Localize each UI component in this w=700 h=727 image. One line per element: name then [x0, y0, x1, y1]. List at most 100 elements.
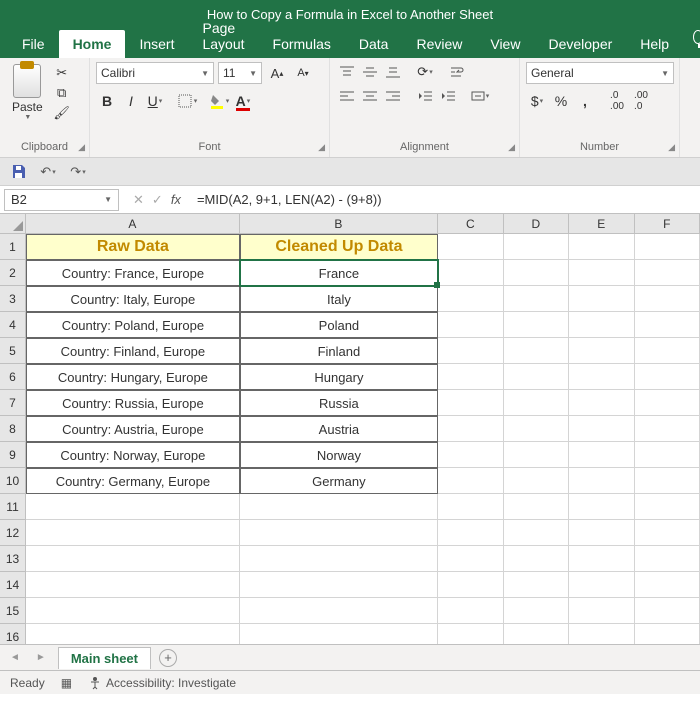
row-header-16[interactable]: 16 [0, 624, 26, 644]
number-format-combo[interactable]: General▼ [526, 62, 674, 84]
select-all-corner[interactable] [0, 214, 26, 233]
align-bottom-button[interactable] [382, 62, 404, 82]
copy-button[interactable]: ⧉ [53, 84, 71, 102]
underline-button[interactable]: U▾ [144, 90, 166, 112]
cell-C15[interactable] [438, 598, 503, 624]
cell-E10[interactable] [569, 468, 634, 494]
cell-C12[interactable] [438, 520, 503, 546]
cell-D13[interactable] [504, 546, 569, 572]
cell-E1[interactable] [569, 234, 634, 260]
cell-C11[interactable] [438, 494, 503, 520]
tab-insert[interactable]: Insert [125, 30, 188, 58]
increase-decimal-button[interactable]: .0.00 [606, 90, 628, 112]
cell-A5[interactable]: Country: Finland, Europe [26, 338, 240, 364]
cell-A6[interactable]: Country: Hungary, Europe [26, 364, 240, 390]
cell-E16[interactable] [569, 624, 634, 644]
align-middle-button[interactable] [359, 62, 381, 82]
cell-B8[interactable]: Austria [240, 416, 438, 442]
cell-B5[interactable]: Finland [240, 338, 438, 364]
cell-F12[interactable] [635, 520, 700, 546]
cell-E6[interactable] [569, 364, 634, 390]
cell-B10[interactable]: Germany [240, 468, 438, 494]
cell-A3[interactable]: Country: Italy, Europe [26, 286, 240, 312]
cell-D5[interactable] [504, 338, 569, 364]
align-right-button[interactable] [382, 86, 404, 106]
tab-developer[interactable]: Developer [534, 30, 626, 58]
cell-F11[interactable] [635, 494, 700, 520]
cell-E3[interactable] [569, 286, 634, 312]
cell-B11[interactable] [240, 494, 438, 520]
cell-B9[interactable]: Norway [240, 442, 438, 468]
cell-C14[interactable] [438, 572, 503, 598]
cell-F4[interactable] [635, 312, 700, 338]
font-name-combo[interactable]: Calibri▼ [96, 62, 214, 84]
row-header-15[interactable]: 15 [0, 598, 26, 624]
row-header-3[interactable]: 3 [0, 286, 26, 312]
paste-button[interactable]: Paste ▼ [6, 62, 49, 123]
cell-A13[interactable] [26, 546, 240, 572]
cell-B12[interactable] [240, 520, 438, 546]
tab-file[interactable]: File [8, 30, 59, 58]
row-header-14[interactable]: 14 [0, 572, 26, 598]
cell-D16[interactable] [504, 624, 569, 644]
add-sheet-button[interactable]: + [159, 649, 177, 667]
row-header-5[interactable]: 5 [0, 338, 26, 364]
cell-F13[interactable] [635, 546, 700, 572]
sheet-tab-main[interactable]: Main sheet [58, 647, 151, 669]
dialog-launcher-icon[interactable]: ◢ [318, 142, 325, 153]
cell-C4[interactable] [438, 312, 503, 338]
row-header-13[interactable]: 13 [0, 546, 26, 572]
tell-me[interactable]: Tell m [683, 16, 700, 58]
cell-E8[interactable] [569, 416, 634, 442]
font-color-button[interactable]: A▾ [232, 90, 254, 112]
cell-F5[interactable] [635, 338, 700, 364]
cell-B16[interactable] [240, 624, 438, 644]
row-header-7[interactable]: 7 [0, 390, 26, 416]
row-header-6[interactable]: 6 [0, 364, 26, 390]
cell-B1[interactable]: Cleaned Up Data [240, 234, 438, 260]
cell-D10[interactable] [504, 468, 569, 494]
cell-B4[interactable]: Poland [240, 312, 438, 338]
cell-E9[interactable] [569, 442, 634, 468]
cell-F6[interactable] [635, 364, 700, 390]
cell-B3[interactable]: Italy [240, 286, 438, 312]
cell-A16[interactable] [26, 624, 240, 644]
dialog-launcher-icon[interactable]: ◢ [78, 142, 85, 153]
cell-A2[interactable]: Country: France, Europe [26, 260, 240, 286]
tab-review[interactable]: Review [402, 30, 476, 58]
cell-A1[interactable]: Raw Data [26, 234, 240, 260]
enter-formula-button[interactable]: ✓ [152, 192, 163, 208]
dialog-launcher-icon[interactable]: ◢ [668, 142, 675, 153]
cell-C6[interactable] [438, 364, 503, 390]
cell-D8[interactable] [504, 416, 569, 442]
col-header-D[interactable]: D [504, 214, 569, 233]
cell-A15[interactable] [26, 598, 240, 624]
cell-D1[interactable] [504, 234, 569, 260]
cell-E11[interactable] [569, 494, 634, 520]
cancel-formula-button[interactable]: ✕ [133, 192, 144, 208]
cell-A14[interactable] [26, 572, 240, 598]
cell-D12[interactable] [504, 520, 569, 546]
cell-A11[interactable] [26, 494, 240, 520]
cell-D4[interactable] [504, 312, 569, 338]
cell-C7[interactable] [438, 390, 503, 416]
cell-F10[interactable] [635, 468, 700, 494]
cell-D15[interactable] [504, 598, 569, 624]
increase-font-button[interactable]: A▴ [266, 62, 288, 84]
cell-B2[interactable]: France [240, 260, 438, 286]
cell-A8[interactable]: Country: Austria, Europe [26, 416, 240, 442]
row-header-9[interactable]: 9 [0, 442, 26, 468]
font-size-combo[interactable]: 11▼ [218, 62, 262, 84]
comma-format-button[interactable]: , [574, 90, 596, 112]
cell-E13[interactable] [569, 546, 634, 572]
row-header-1[interactable]: 1 [0, 234, 26, 260]
orientation-button[interactable]: ⟳▾ [414, 62, 436, 82]
undo-button[interactable]: ↶▾ [38, 162, 58, 182]
name-box[interactable]: B2▼ [4, 189, 119, 211]
cell-E5[interactable] [569, 338, 634, 364]
row-header-8[interactable]: 8 [0, 416, 26, 442]
tab-data[interactable]: Data [345, 30, 403, 58]
cut-button[interactable]: ✂ [53, 64, 71, 82]
row-header-2[interactable]: 2 [0, 260, 26, 286]
percent-format-button[interactable]: % [550, 90, 572, 112]
